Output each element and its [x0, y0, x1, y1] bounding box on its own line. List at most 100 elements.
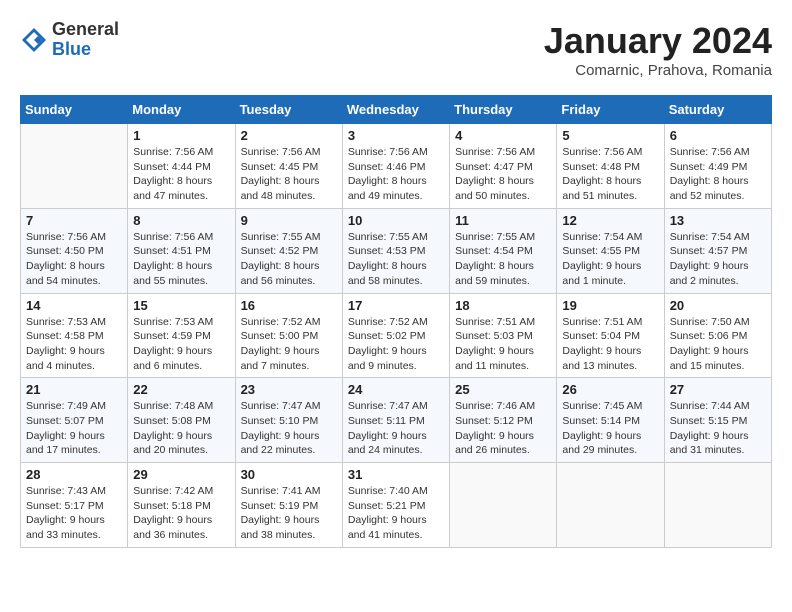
day-number: 25 [455, 382, 551, 397]
day-number: 14 [26, 298, 122, 313]
table-row: 21 Sunrise: 7:49 AM Sunset: 5:07 PM Dayli… [21, 378, 128, 463]
calendar-week-row: 28 Sunrise: 7:43 AM Sunset: 5:17 PM Dayli… [21, 463, 772, 548]
day-number: 3 [348, 128, 444, 143]
day-number: 6 [670, 128, 766, 143]
day-info: Sunrise: 7:46 AM Sunset: 5:12 PM Dayligh… [455, 399, 551, 458]
day-number: 12 [562, 213, 658, 228]
day-info: Sunrise: 7:47 AM Sunset: 5:11 PM Dayligh… [348, 399, 444, 458]
table-row: 24Sunrise: 7:47 AM Sunset: 5:11 PM Dayli… [342, 378, 449, 463]
logo-general-text: General [52, 20, 119, 40]
day-info: Sunrise: 7:50 AM Sunset: 5:06 PM Dayligh… [670, 315, 766, 374]
day-info: Sunrise: 7:56 AM Sunset: 4:51 PM Dayligh… [133, 230, 229, 289]
table-row: 3 Sunrise: 7:56 AM Sunset: 4:46 PM Daylig… [342, 124, 449, 209]
location-subtitle: Comarnic, Prahova, Romania [544, 62, 772, 79]
day-number: 22 [133, 382, 229, 397]
day-number: 17 [348, 298, 444, 313]
header-wednesday: Wednesday [342, 96, 449, 124]
day-info: Sunrise: 7:43 AM Sunset: 5:17 PM Dayligh… [26, 484, 122, 543]
day-number: 27 [670, 382, 766, 397]
day-info: Sunrise: 7:45 AM Sunset: 5:14 PM Dayligh… [562, 399, 658, 458]
day-number: 11 [455, 213, 551, 228]
day-info: Sunrise: 7:56 AM Sunset: 4:46 PM Dayligh… [348, 145, 444, 204]
day-number: 13 [670, 213, 766, 228]
day-number: 2 [241, 128, 337, 143]
header-tuesday: Tuesday [235, 96, 342, 124]
day-info: Sunrise: 7:52 AM Sunset: 5:00 PM Dayligh… [241, 315, 337, 374]
day-number: 16 [241, 298, 337, 313]
calendar-week-row: 1 Sunrise: 7:56 AM Sunset: 4:44 PM Daylig… [21, 124, 772, 209]
header-thursday: Thursday [450, 96, 557, 124]
day-info: Sunrise: 7:52 AM Sunset: 5:02 PM Dayligh… [348, 315, 444, 374]
day-info: Sunrise: 7:54 AM Sunset: 4:57 PM Dayligh… [670, 230, 766, 289]
calendar-header-row: Sunday Monday Tuesday Wednesday Thursday… [21, 96, 772, 124]
table-row: 22 Sunrise: 7:48 AM Sunset: 5:08 PM Dayli… [128, 378, 235, 463]
day-info: Sunrise: 7:49 AM Sunset: 5:07 PM Dayligh… [26, 399, 122, 458]
table-row: 31 Sunrise: 7:40 AM Sunset: 5:21 PM Dayli… [342, 463, 449, 548]
table-row: 30Sunrise: 7:41 AM Sunset: 5:19 PM Dayli… [235, 463, 342, 548]
day-number: 18 [455, 298, 551, 313]
day-info: Sunrise: 7:56 AM Sunset: 4:48 PM Dayligh… [562, 145, 658, 204]
day-info: Sunrise: 7:42 AM Sunset: 5:18 PM Dayligh… [133, 484, 229, 543]
day-number: 29 [133, 467, 229, 482]
day-number: 8 [133, 213, 229, 228]
table-row: 15 Sunrise: 7:53 AM Sunset: 4:59 PM Dayli… [128, 293, 235, 378]
day-number: 4 [455, 128, 551, 143]
day-info: Sunrise: 7:56 AM Sunset: 4:47 PM Dayligh… [455, 145, 551, 204]
table-row: 1 Sunrise: 7:56 AM Sunset: 4:44 PM Daylig… [128, 124, 235, 209]
table-row: 4 Sunrise: 7:56 AM Sunset: 4:47 PM Daylig… [450, 124, 557, 209]
day-number: 28 [26, 467, 122, 482]
day-info: Sunrise: 7:55 AM Sunset: 4:52 PM Dayligh… [241, 230, 337, 289]
table-row: 25 Sunrise: 7:46 AM Sunset: 5:12 PM Dayli… [450, 378, 557, 463]
day-info: Sunrise: 7:56 AM Sunset: 4:45 PM Dayligh… [241, 145, 337, 204]
title-area: January 2024 Comarnic, Prahova, Romania [544, 20, 772, 79]
header-monday: Monday [128, 96, 235, 124]
day-info: Sunrise: 7:53 AM Sunset: 4:59 PM Dayligh… [133, 315, 229, 374]
table-row: 11Sunrise: 7:55 AM Sunset: 4:54 PM Dayli… [450, 208, 557, 293]
table-row: 19 Sunrise: 7:51 AM Sunset: 5:04 PM Dayli… [557, 293, 664, 378]
day-number: 5 [562, 128, 658, 143]
day-number: 19 [562, 298, 658, 313]
day-number: 31 [348, 467, 444, 482]
day-number: 26 [562, 382, 658, 397]
day-info: Sunrise: 7:47 AM Sunset: 5:10 PM Dayligh… [241, 399, 337, 458]
table-row: 7 Sunrise: 7:56 AM Sunset: 4:50 PM Daylig… [21, 208, 128, 293]
table-row: 9Sunrise: 7:55 AM Sunset: 4:52 PM Daylig… [235, 208, 342, 293]
day-number: 7 [26, 213, 122, 228]
day-info: Sunrise: 7:56 AM Sunset: 4:50 PM Dayligh… [26, 230, 122, 289]
calendar-table: Sunday Monday Tuesday Wednesday Thursday… [20, 95, 772, 548]
table-row: 8 Sunrise: 7:56 AM Sunset: 4:51 PM Daylig… [128, 208, 235, 293]
day-info: Sunrise: 7:56 AM Sunset: 4:44 PM Dayligh… [133, 145, 229, 204]
day-number: 1 [133, 128, 229, 143]
day-number: 21 [26, 382, 122, 397]
day-info: Sunrise: 7:51 AM Sunset: 5:03 PM Dayligh… [455, 315, 551, 374]
table-row [21, 124, 128, 209]
logo: General Blue [20, 20, 119, 60]
day-number: 15 [133, 298, 229, 313]
logo-blue-text: Blue [52, 40, 119, 60]
calendar-week-row: 21 Sunrise: 7:49 AM Sunset: 5:07 PM Dayli… [21, 378, 772, 463]
day-info: Sunrise: 7:55 AM Sunset: 4:53 PM Dayligh… [348, 230, 444, 289]
header: General Blue January 2024 Comarnic, Prah… [20, 20, 772, 79]
table-row: 29 Sunrise: 7:42 AM Sunset: 5:18 PM Dayli… [128, 463, 235, 548]
day-info: Sunrise: 7:51 AM Sunset: 5:04 PM Dayligh… [562, 315, 658, 374]
header-sunday: Sunday [21, 96, 128, 124]
table-row: 18 Sunrise: 7:51 AM Sunset: 5:03 PM Dayli… [450, 293, 557, 378]
day-info: Sunrise: 7:54 AM Sunset: 4:55 PM Dayligh… [562, 230, 658, 289]
calendar-week-row: 14 Sunrise: 7:53 AM Sunset: 4:58 PM Dayli… [21, 293, 772, 378]
logo-icon [20, 26, 48, 54]
day-info: Sunrise: 7:44 AM Sunset: 5:15 PM Dayligh… [670, 399, 766, 458]
day-number: 23 [241, 382, 337, 397]
table-row [664, 463, 771, 548]
day-info: Sunrise: 7:56 AM Sunset: 4:49 PM Dayligh… [670, 145, 766, 204]
day-info: Sunrise: 7:53 AM Sunset: 4:58 PM Dayligh… [26, 315, 122, 374]
day-number: 20 [670, 298, 766, 313]
day-info: Sunrise: 7:40 AM Sunset: 5:21 PM Dayligh… [348, 484, 444, 543]
table-row: 2 Sunrise: 7:56 AM Sunset: 4:45 PM Daylig… [235, 124, 342, 209]
table-row: 20 Sunrise: 7:50 AM Sunset: 5:06 PM Dayli… [664, 293, 771, 378]
table-row: 6 Sunrise: 7:56 AM Sunset: 4:49 PM Daylig… [664, 124, 771, 209]
day-info: Sunrise: 7:48 AM Sunset: 5:08 PM Dayligh… [133, 399, 229, 458]
table-row: 17 Sunrise: 7:52 AM Sunset: 5:02 PM Dayli… [342, 293, 449, 378]
table-row: 10Sunrise: 7:55 AM Sunset: 4:53 PM Dayli… [342, 208, 449, 293]
header-friday: Friday [557, 96, 664, 124]
table-row: 27 Sunrise: 7:44 AM Sunset: 5:15 PM Dayli… [664, 378, 771, 463]
